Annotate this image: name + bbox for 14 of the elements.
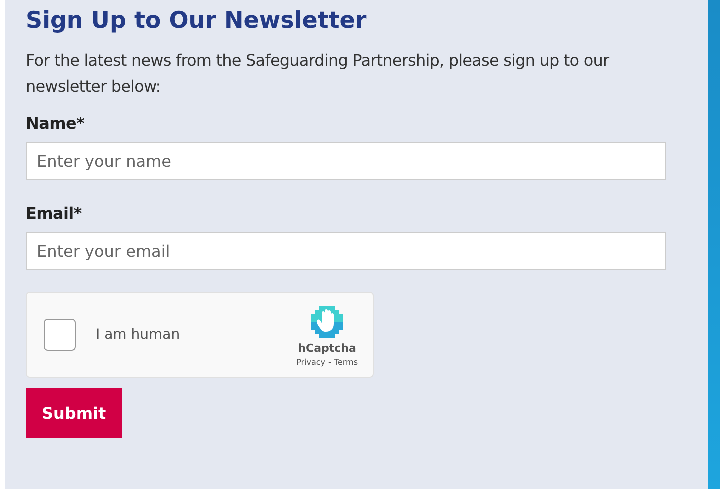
hand-logo-icon: [309, 304, 346, 340]
input-field[interactable]: Enter your name: [26, 142, 666, 180]
terms-link[interactable]: Terms: [334, 358, 358, 366]
intro-text: For the latest news from the Safeguarding Partnership, please sign up to our newsletter below:: [26, 50, 610, 98]
field-label: Email*: [26, 203, 83, 225]
captcha-label: I am human: [96, 327, 182, 343]
input-field[interactable]: Enter your email: [26, 232, 666, 270]
captcha-checkbox[interactable]: [44, 319, 76, 351]
submit-button[interactable]: Submit: [26, 388, 122, 438]
privacy-link[interactable]: Privacy: [296, 358, 326, 366]
newsletter-title: Sign Up to Our Newsletter: [26, 7, 368, 36]
field-label: Name*: [26, 113, 86, 135]
captcha-brand: hCaptcha: [298, 342, 356, 354]
link-separator: -: [328, 358, 332, 366]
